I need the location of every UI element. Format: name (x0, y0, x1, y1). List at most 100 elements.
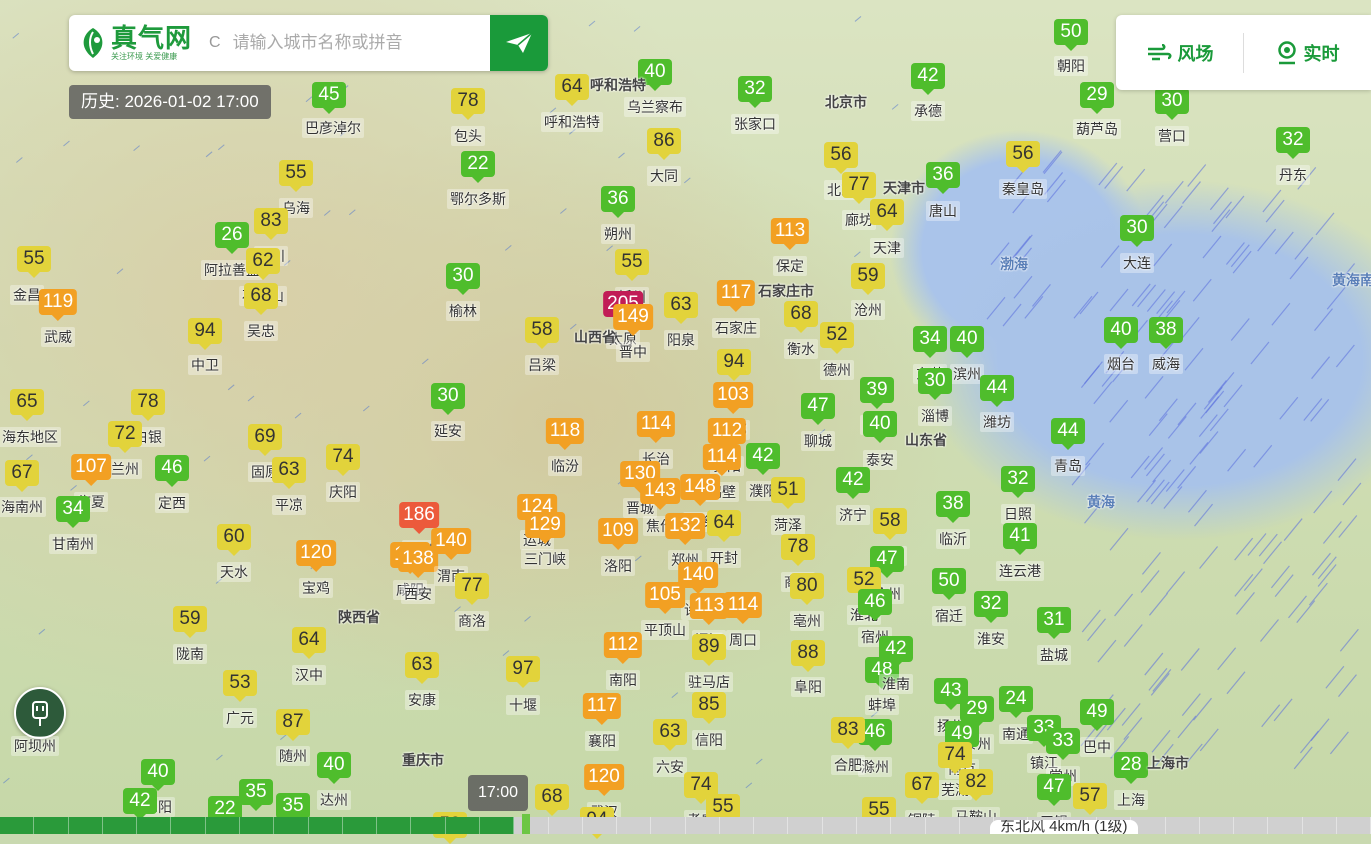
aqi-marker[interactable]: 29 (960, 696, 994, 728)
timeline-segment[interactable] (0, 817, 35, 834)
aqi-marker[interactable]: 143 (640, 478, 680, 510)
legend-toggle-button[interactable] (14, 687, 66, 739)
aqi-marker[interactable]: 63 (664, 292, 698, 324)
aqi-marker[interactable]: 40 (317, 752, 351, 784)
timeline-handle[interactable] (522, 814, 530, 834)
aqi-marker[interactable]: 113 (770, 218, 810, 250)
aqi-marker[interactable]: 112 (707, 418, 747, 450)
aqi-marker[interactable]: 42 (879, 636, 913, 668)
aqi-marker[interactable]: 120 (296, 540, 336, 572)
aqi-marker[interactable]: 65 (10, 389, 44, 421)
aqi-marker[interactable]: 40 (950, 326, 984, 358)
timeline-segment[interactable] (274, 817, 309, 834)
site-logo[interactable]: 真气网 关注环境 关爱健康 (69, 15, 209, 71)
timeline-segment[interactable] (479, 817, 515, 834)
aqi-marker[interactable]: 45 (312, 82, 346, 114)
aqi-marker[interactable]: 40 (1104, 317, 1138, 349)
aqi-marker[interactable]: 186 (399, 502, 439, 534)
timeline-segment[interactable] (1268, 817, 1303, 834)
realtime-button[interactable]: 实时 (1244, 33, 1371, 73)
aqi-marker[interactable]: 64 (707, 510, 741, 542)
aqi-marker[interactable]: 105 (645, 582, 685, 614)
aqi-marker[interactable]: 67 (5, 460, 39, 492)
aqi-marker[interactable]: 72 (108, 421, 142, 453)
timeline-segment[interactable] (411, 817, 446, 834)
aqi-marker[interactable]: 36 (926, 162, 960, 194)
aqi-marker[interactable]: 68 (784, 301, 818, 333)
aqi-marker[interactable]: 63 (653, 719, 687, 751)
search-submit-button[interactable] (490, 15, 548, 71)
aqi-marker[interactable]: 60 (217, 524, 251, 556)
timeline-segment[interactable] (685, 817, 720, 834)
timeline-segment[interactable] (445, 817, 480, 834)
aqi-marker[interactable]: 36 (601, 186, 635, 218)
aqi-marker[interactable]: 32 (974, 591, 1008, 623)
timeline-segment[interactable] (514, 817, 549, 834)
aqi-marker[interactable]: 39 (860, 377, 894, 409)
aqi-marker[interactable]: 64 (555, 74, 589, 106)
aqi-marker[interactable]: 38 (936, 491, 970, 523)
aqi-marker[interactable]: 33 (1046, 728, 1080, 760)
aqi-marker[interactable]: 30 (431, 383, 465, 415)
aqi-marker[interactable]: 114 (702, 444, 742, 476)
aqi-marker[interactable]: 63 (405, 652, 439, 684)
timeline-segment[interactable] (719, 817, 755, 834)
aqi-marker[interactable]: 94 (188, 318, 222, 350)
aqi-marker[interactable]: 117 (716, 280, 756, 312)
timeline-segment[interactable] (822, 817, 858, 834)
aqi-marker[interactable]: 68 (535, 784, 569, 816)
aqi-marker[interactable]: 88 (791, 640, 825, 672)
aqi-marker[interactable]: 69 (248, 424, 282, 456)
aqi-marker[interactable]: 53 (223, 670, 257, 702)
aqi-marker[interactable]: 89 (692, 634, 726, 666)
aqi-marker[interactable]: 148 (680, 474, 720, 506)
aqi-marker[interactable]: 74 (326, 444, 360, 476)
aqi-marker[interactable]: 52 (820, 322, 854, 354)
aqi-marker[interactable]: 55 (279, 160, 313, 192)
aqi-marker[interactable]: 87 (276, 709, 310, 741)
aqi-marker[interactable]: 41 (1003, 523, 1037, 555)
aqi-marker[interactable]: 68 (244, 283, 278, 315)
aqi-marker[interactable]: 30 (1120, 215, 1154, 247)
aqi-marker[interactable]: 24 (999, 686, 1033, 718)
timeline-segment[interactable] (788, 817, 823, 834)
aqi-marker[interactable]: 149 (613, 304, 653, 336)
aqi-marker[interactable]: 58 (525, 317, 559, 349)
aqi-marker[interactable]: 113 (689, 593, 729, 625)
timeline-segment[interactable] (1234, 817, 1269, 834)
aqi-marker[interactable]: 34 (56, 496, 90, 528)
aqi-marker[interactable]: 78 (451, 88, 485, 120)
aqi-marker[interactable]: 22 (461, 151, 495, 183)
timeline-segment[interactable] (102, 817, 138, 834)
aqi-marker[interactable]: 42 (746, 443, 780, 475)
aqi-marker[interactable]: 51 (771, 477, 805, 509)
aqi-marker[interactable]: 56 (824, 142, 858, 174)
aqi-marker[interactable]: 56 (1006, 141, 1040, 173)
aqi-marker[interactable]: 38 (1149, 317, 1183, 349)
timeline-bar[interactable] (0, 817, 1371, 834)
timeline-segment[interactable] (1199, 817, 1235, 834)
aqi-marker[interactable]: 78 (131, 389, 165, 421)
aqi-marker[interactable]: 85 (692, 692, 726, 724)
timeline-segment[interactable] (137, 817, 172, 834)
aqi-marker[interactable]: 49 (1080, 699, 1114, 731)
aqi-marker[interactable]: 82 (959, 769, 993, 801)
aqi-marker[interactable]: 30 (918, 368, 952, 400)
aqi-marker[interactable]: 120 (584, 764, 624, 796)
aqi-marker[interactable]: 86 (647, 128, 681, 160)
aqi-marker[interactable]: 114 (636, 411, 676, 443)
aqi-marker[interactable]: 62 (246, 248, 280, 280)
aqi-marker[interactable]: 94 (717, 349, 751, 381)
aqi-marker[interactable]: 57 (1073, 783, 1107, 815)
aqi-marker[interactable]: 40 (863, 411, 897, 443)
aqi-marker[interactable]: 80 (790, 573, 824, 605)
aqi-marker[interactable]: 83 (831, 717, 865, 749)
timeline-segment[interactable] (308, 817, 343, 834)
aqi-marker[interactable]: 78 (781, 534, 815, 566)
aqi-marker[interactable]: 118 (545, 418, 585, 450)
aqi-marker[interactable]: 31 (1037, 607, 1071, 639)
aqi-marker[interactable]: 129 (525, 512, 565, 544)
timeline-segment[interactable] (68, 817, 103, 834)
timeline-segment[interactable] (925, 817, 960, 834)
timeline-segment[interactable] (205, 817, 240, 834)
